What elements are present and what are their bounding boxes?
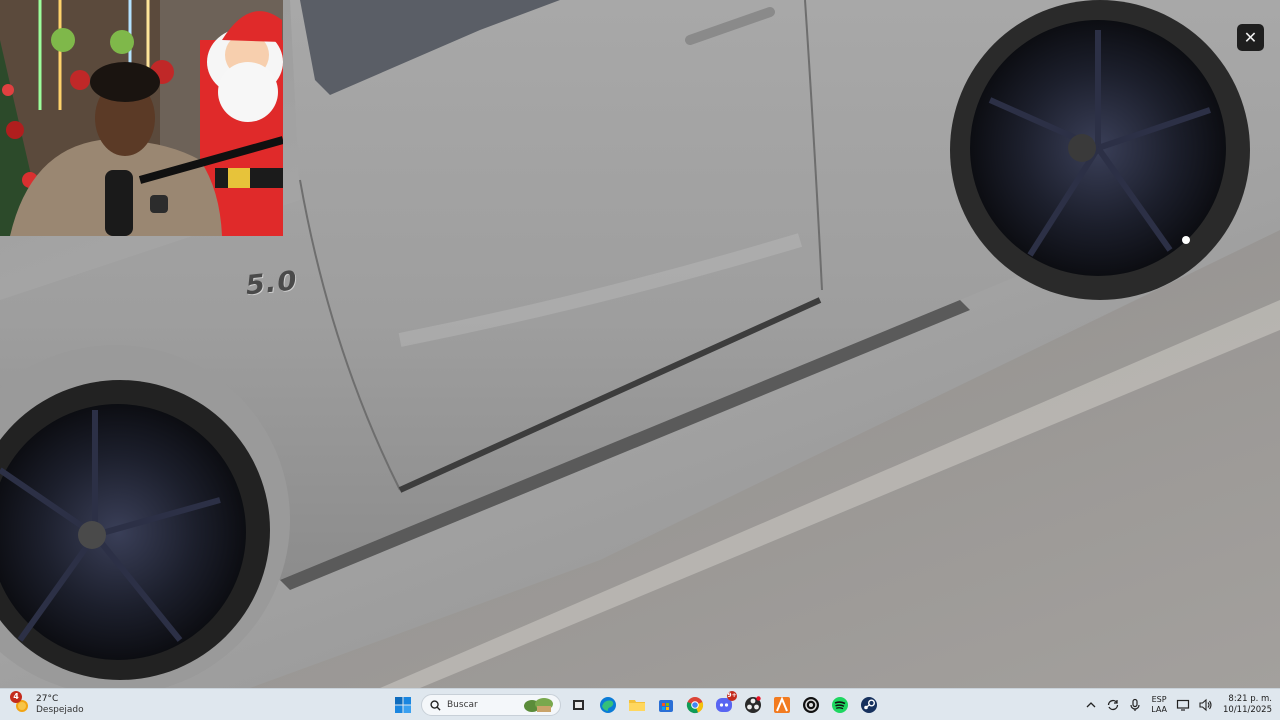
clock-time: 8:21 p. m. (1228, 694, 1272, 704)
system-clock[interactable]: 8:21 p. m. 10/11/2025 (1223, 694, 1272, 716)
windows-icon (395, 697, 411, 713)
taskbar-apps: Buscar 9+ (392, 691, 880, 719)
microphone-button[interactable] (1127, 697, 1143, 713)
chrome-icon (686, 697, 704, 714)
dark-app-button[interactable] (800, 694, 822, 716)
steam-button[interactable] (858, 694, 880, 716)
weather-icon: 4 (10, 691, 30, 714)
orange-app-button[interactable] (771, 694, 793, 716)
task-view-button[interactable] (568, 694, 590, 716)
language-indicator[interactable]: ESP LAA (1149, 695, 1169, 715)
weather-condition: Despejado (36, 705, 84, 715)
search-placeholder: Buscar (447, 700, 478, 710)
streamer-webcam-graphic (0, 0, 283, 236)
obs-icon (745, 696, 761, 713)
start-button[interactable] (392, 694, 414, 716)
task-view-icon (573, 700, 584, 710)
volume-button[interactable] (1197, 697, 1213, 713)
car-model-badge: 5.0 (243, 265, 299, 302)
search-highlight-icon (524, 698, 553, 712)
dark-app-icon (803, 697, 819, 713)
store-icon (659, 700, 673, 712)
obs-button[interactable] (742, 694, 764, 716)
language-bottom: LAA (1151, 705, 1167, 714)
edge-button[interactable] (597, 694, 619, 716)
sync-icon (1108, 699, 1119, 711)
chevron-up-icon (1086, 702, 1096, 708)
speaker-icon (1199, 698, 1212, 712)
steam-icon (861, 697, 877, 713)
show-hidden-icons-button[interactable] (1083, 697, 1099, 713)
close-button[interactable]: ✕ (1237, 24, 1264, 51)
weather-badge: 4 (10, 691, 22, 703)
language-top: ESP (1151, 695, 1167, 704)
folder-icon (629, 700, 645, 711)
search-input[interactable]: Buscar (421, 694, 561, 716)
spotify-icon (832, 697, 848, 713)
weather-widget[interactable]: 4 27°C Despejado (10, 691, 84, 718)
chrome-button[interactable] (684, 694, 706, 716)
search-icon (430, 699, 441, 711)
network-button[interactable] (1175, 697, 1191, 713)
network-icon (1176, 699, 1190, 711)
store-button[interactable] (655, 694, 677, 716)
orange-app-icon (774, 696, 790, 713)
taskbar: 4 27°C Despejado Buscar 9+ ESP LAA 8:21 … (0, 688, 1280, 720)
discord-badge: 9+ (727, 691, 737, 701)
system-tray: ESP LAA 8:21 p. m. 10/11/2025 (1083, 691, 1280, 719)
webcam-overlay (0, 0, 283, 236)
clock-date: 10/11/2025 (1223, 705, 1272, 715)
weather-temperature: 27°C (36, 694, 59, 704)
microphone-icon (1130, 698, 1140, 711)
sync-button[interactable] (1105, 697, 1121, 713)
edge-icon (600, 697, 616, 713)
spotify-button[interactable] (829, 694, 851, 716)
discord-button[interactable]: 9+ (713, 691, 737, 716)
file-explorer-button[interactable] (626, 694, 648, 716)
